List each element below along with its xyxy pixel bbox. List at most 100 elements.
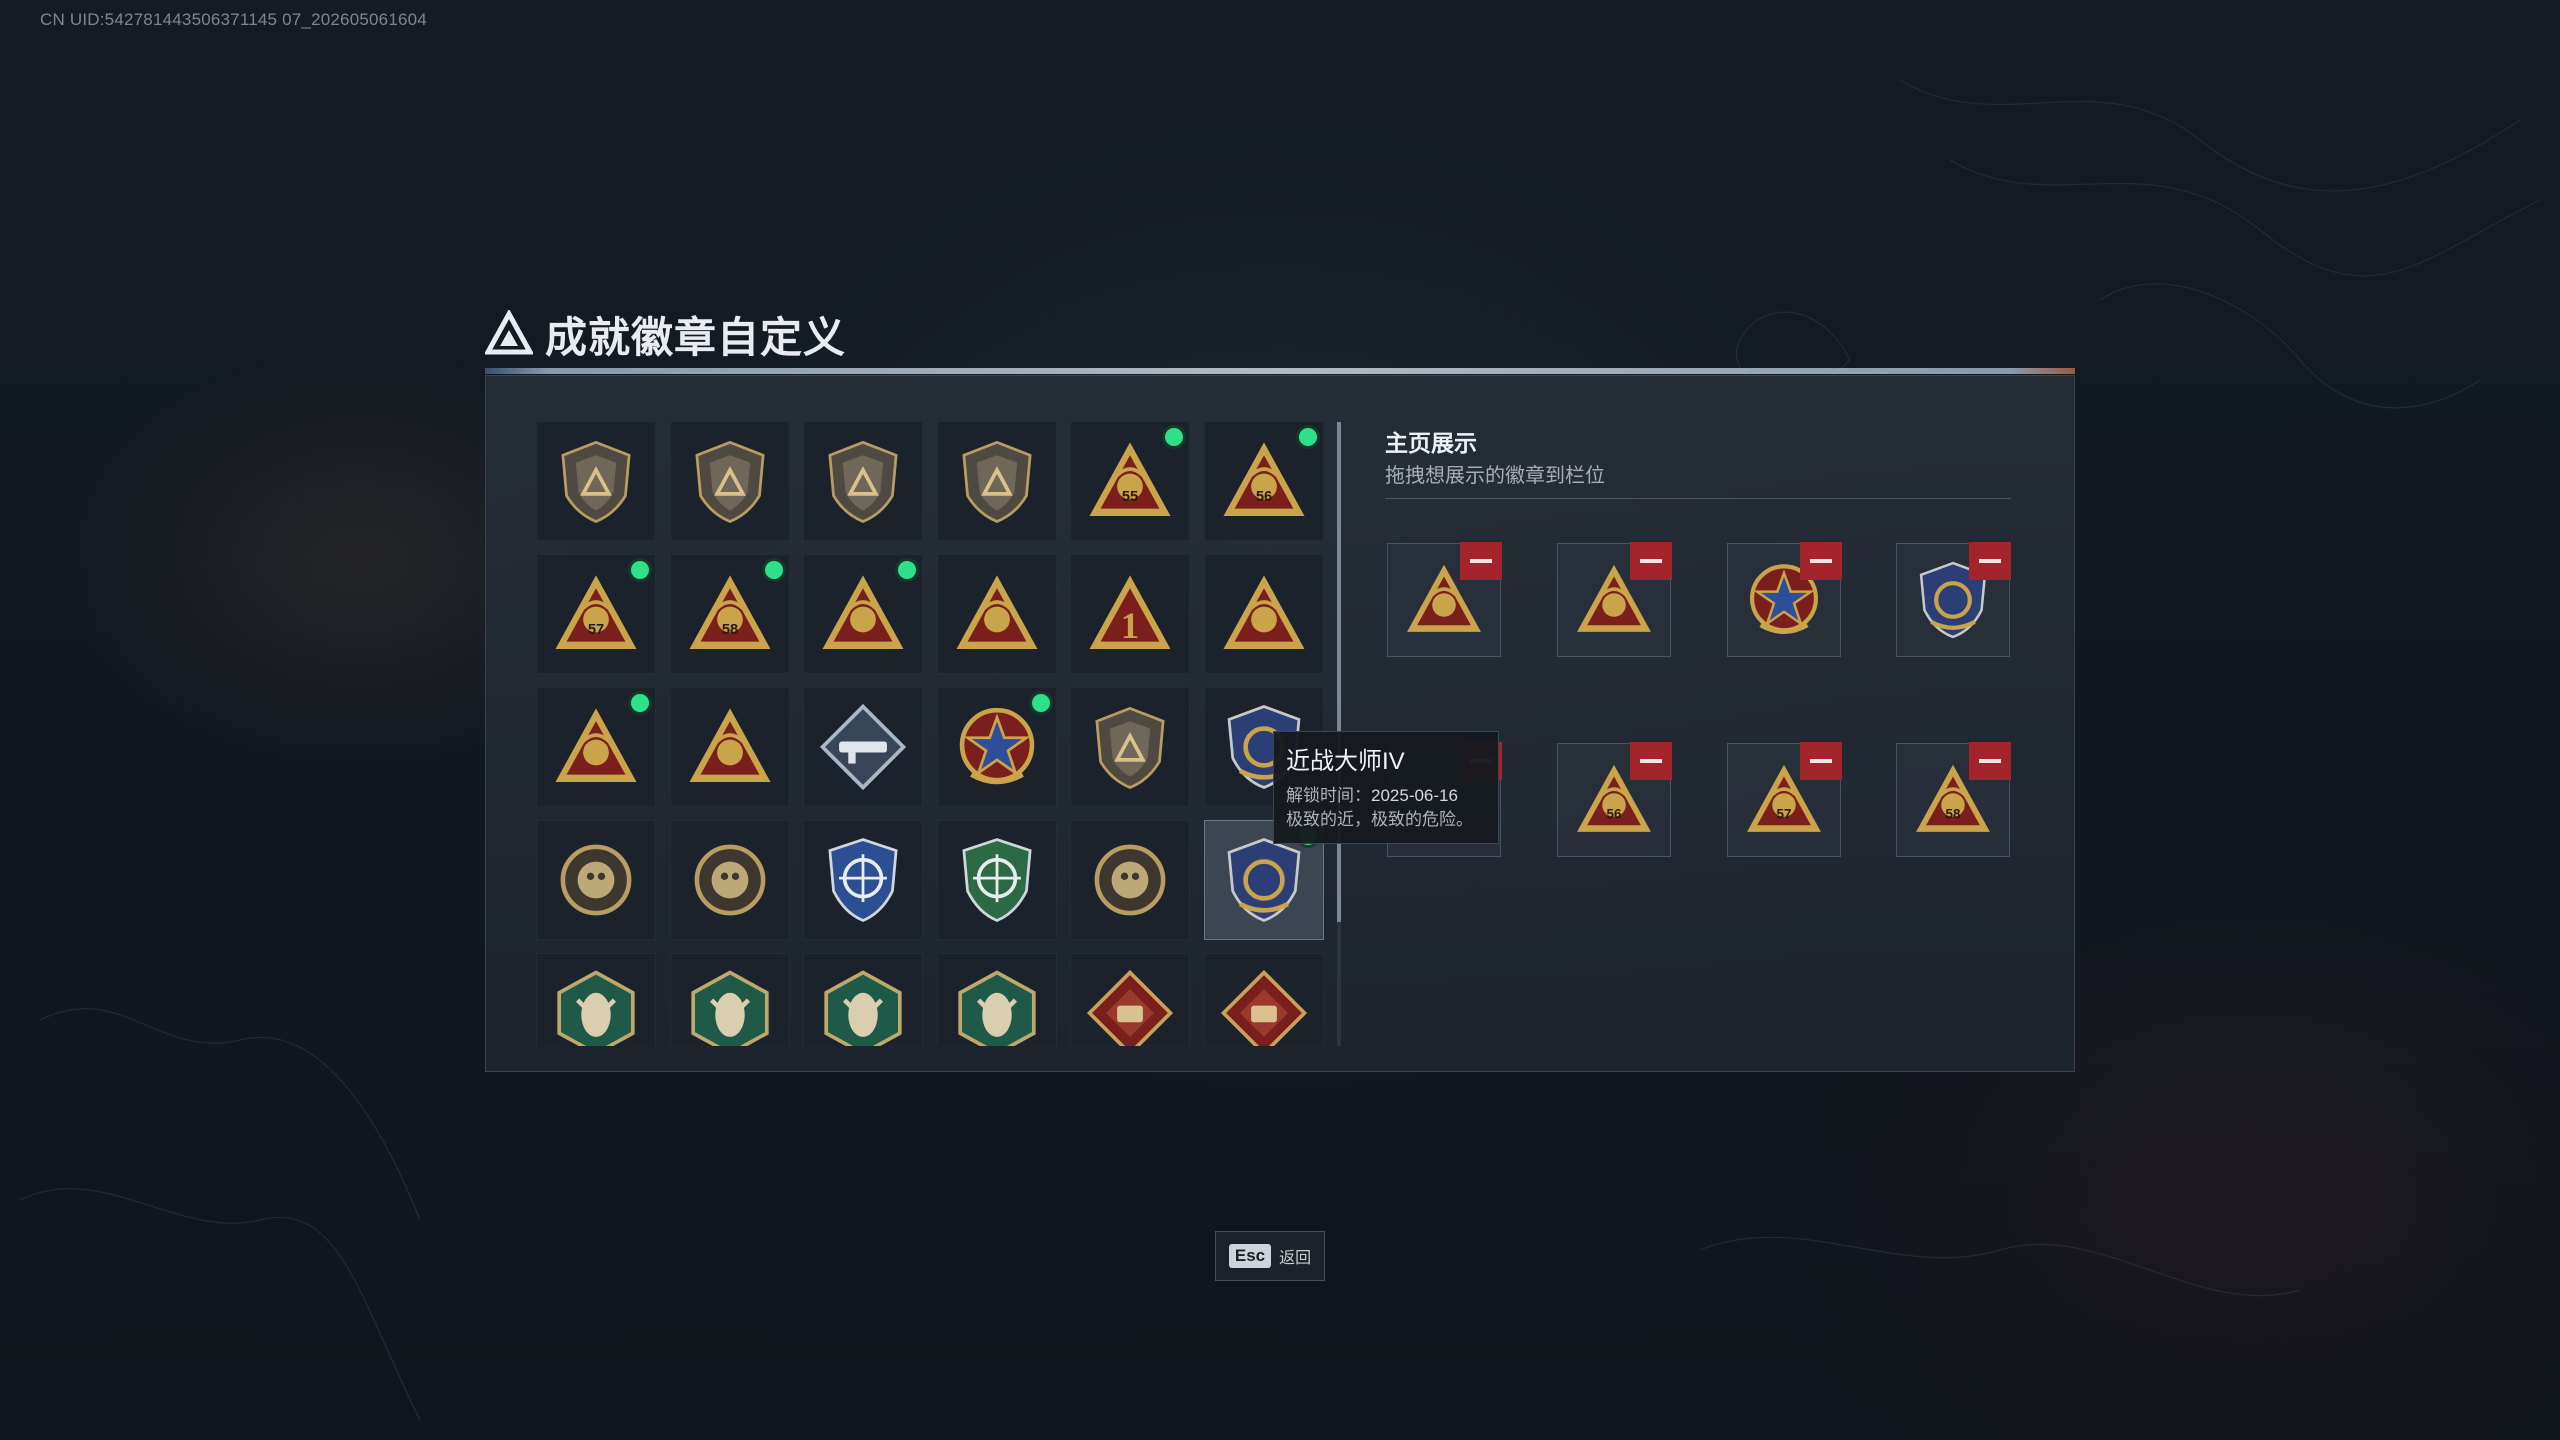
badge-grid: 55 56 57 58 1 [536, 421, 1329, 1046]
svg-text:57: 57 [588, 622, 604, 638]
helicopter-shield-badge-icon [684, 435, 776, 527]
operator-badge-icon [1218, 568, 1310, 660]
badge-cell[interactable] [1070, 687, 1190, 807]
badge-tooltip: 近战大师IV 解锁时间：2025-06-16 极致的近，极致的危险。 [1273, 731, 1499, 844]
skull-round-badge-icon [684, 834, 776, 926]
remove-badge-button[interactable] [1969, 742, 2011, 780]
badge-cell[interactable] [936, 421, 1057, 541]
badge-cell[interactable] [536, 687, 656, 807]
badge-cell[interactable] [669, 820, 790, 940]
new-indicator-dot [1298, 428, 1317, 446]
svg-text:58: 58 [1946, 806, 1961, 821]
back-button[interactable]: Esc 返回 [1215, 1231, 1325, 1281]
esc-key-icon: Esc [1228, 1244, 1272, 1268]
svg-text:57: 57 [1777, 806, 1792, 821]
badge-cell[interactable] [536, 820, 656, 940]
soldier-round-badge-icon [550, 834, 642, 926]
badge-cell[interactable] [803, 421, 923, 541]
badge-cell[interactable] [1203, 953, 1324, 1046]
boat-badge-icon [951, 568, 1043, 660]
badge-cell[interactable] [669, 953, 790, 1046]
star-medal-badge-icon [951, 701, 1043, 793]
rifle-round-badge-icon [1084, 834, 1176, 926]
remove-badge-button[interactable] [1969, 542, 2011, 580]
arrow-shield-badge-icon [951, 435, 1043, 527]
bag-55-badge-icon: 55 [1084, 435, 1176, 527]
showcase-divider [1385, 498, 2011, 499]
remove-badge-button[interactable] [1800, 742, 1842, 780]
badge-cell[interactable] [1203, 554, 1324, 674]
showcase-slot[interactable] [1387, 542, 1502, 657]
badge-cell[interactable] [536, 953, 656, 1046]
minus-icon [1979, 759, 2001, 763]
back-label: 返回 [1279, 1250, 1312, 1267]
showcase-slot[interactable] [1896, 542, 2011, 657]
badge-cell[interactable]: 55 [1070, 421, 1190, 541]
tooltip-unlock-time: 解锁时间：2025-06-16 [1286, 784, 1486, 808]
minus-icon [1640, 759, 1662, 763]
showcase-slot[interactable]: 57 [1727, 742, 1842, 857]
showcase-subtitle: 拖拽想展示的徽章到栏位 [1385, 465, 1605, 487]
climber-badge-icon [951, 967, 1043, 1046]
badge-cell[interactable] [669, 687, 790, 807]
badge-cell[interactable] [803, 687, 923, 807]
wasp-badge-icon [550, 967, 642, 1046]
badge-cell[interactable] [669, 421, 790, 541]
new-indicator-dot [1165, 428, 1183, 446]
showcase-slot[interactable] [1557, 542, 1672, 657]
canister-57-badge-icon: 57 [550, 568, 642, 660]
badge-cell[interactable]: 1 [1070, 554, 1190, 674]
remove-badge-button[interactable] [1800, 542, 1842, 580]
remove-badge-button[interactable] [1630, 742, 1672, 780]
minus-icon [1470, 559, 1492, 563]
badge-cell[interactable] [936, 687, 1057, 807]
badge-cell[interactable] [936, 554, 1057, 674]
badge-cell[interactable] [803, 953, 923, 1046]
minus-icon [1810, 759, 1832, 763]
badge-cell[interactable] [1070, 953, 1190, 1046]
wasp-badge-icon [684, 967, 776, 1046]
tooltip-unlock-date: 2025-06-16 [1371, 786, 1458, 805]
diamond-shield-badge-icon [817, 435, 909, 527]
badge-cell[interactable] [803, 554, 923, 674]
hands-badge-icon [550, 701, 642, 793]
green-crosshair-badge-icon [951, 834, 1043, 926]
badge-cell[interactable]: 57 [536, 554, 656, 674]
dragon-badge-icon [1084, 967, 1176, 1046]
shield-triangle-badge-icon [550, 435, 642, 527]
chevron-shield-badge-icon [1084, 701, 1176, 793]
badge-cell[interactable] [1070, 820, 1190, 940]
trophy-cup-badge-icon [817, 568, 909, 660]
tooltip-unlock-label: 解锁时间： [1286, 786, 1371, 805]
trophy-56-badge-icon: 56 [1218, 435, 1310, 527]
badge-cell[interactable] [536, 421, 656, 541]
badge-cell[interactable]: 56 [1203, 421, 1324, 541]
badge-cell[interactable] [803, 820, 923, 940]
tooltip-badge-name: 近战大师IV [1286, 748, 1405, 775]
showcase-slot[interactable]: 58 [1896, 742, 2011, 857]
showcase-slot[interactable]: 56 [1557, 742, 1672, 857]
page-header: 成就徽章自定义 [485, 300, 846, 368]
minus-icon [1640, 559, 1662, 563]
grid-scrollbar-thumb[interactable] [1337, 422, 1341, 922]
badge-cell[interactable] [936, 820, 1057, 940]
new-indicator-dot [898, 561, 916, 579]
new-indicator-dot [631, 561, 649, 579]
svg-text:58: 58 [721, 622, 737, 638]
svg-text:56: 56 [1255, 489, 1271, 505]
minus-icon [1979, 559, 2001, 563]
remove-badge-button[interactable] [1630, 542, 1672, 580]
new-indicator-dot [1031, 694, 1050, 712]
melee-master-badge-icon [1218, 834, 1310, 926]
beast-badge-icon [684, 701, 776, 793]
badge-cell[interactable]: 58 [669, 554, 790, 674]
badge-cell[interactable] [936, 953, 1057, 1046]
page-title: 成就徽章自定义 [545, 313, 847, 361]
showcase-slot[interactable] [1727, 542, 1842, 657]
triangle-logo-icon [485, 310, 533, 355]
minus-icon [1810, 559, 1832, 563]
remove-badge-button[interactable] [1460, 542, 1502, 580]
tank-badge-icon [1218, 967, 1310, 1046]
new-indicator-dot [764, 561, 783, 579]
launcher-diamond-badge-icon [817, 701, 909, 793]
